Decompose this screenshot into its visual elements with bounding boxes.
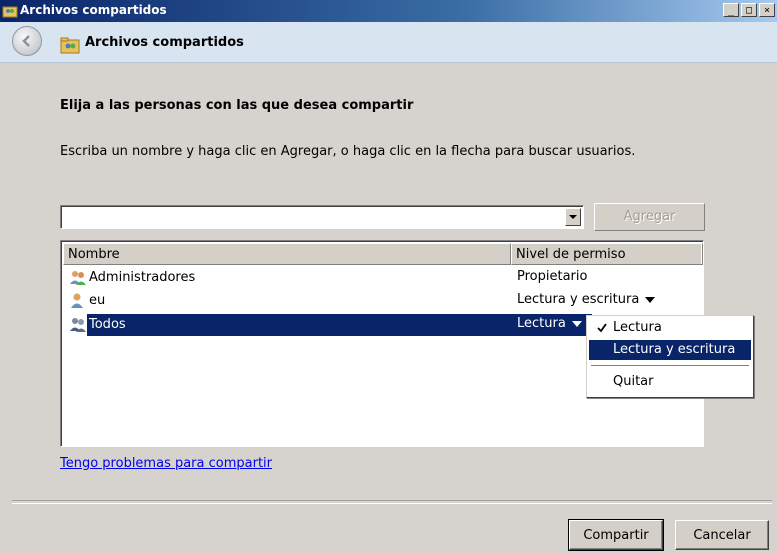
menu-item-label: Lectura (613, 320, 662, 335)
row-permission: Propietario (517, 269, 588, 284)
close-button[interactable]: × (759, 3, 775, 17)
row-permission: Lectura y escritura (517, 292, 640, 307)
row-name: Todos (89, 316, 126, 332)
row-name: Administradores (89, 269, 196, 285)
group-icon (70, 271, 86, 285)
add-button[interactable]: Agregar (594, 203, 705, 231)
row-permission: Lectura (517, 316, 566, 331)
list-header: Nombre Nivel de permiso (63, 243, 703, 265)
back-button[interactable] (12, 26, 42, 56)
page-title: Archivos compartidos (85, 35, 244, 50)
divider (12, 500, 772, 504)
column-header-permission[interactable]: Nivel de permiso (511, 243, 703, 265)
column-header-name[interactable]: Nombre (63, 243, 511, 265)
user-icon (71, 293, 83, 308)
permission-dropdown[interactable]: Lectura (517, 316, 582, 331)
combo-dropdown-button[interactable] (565, 208, 581, 226)
menu-item-label: Lectura y escritura (613, 342, 736, 357)
section-heading: Elija a las personas con las que desea c… (60, 98, 414, 113)
cancel-button[interactable]: Cancelar (675, 520, 769, 550)
permission-dropdown[interactable]: Lectura y escritura (517, 292, 656, 307)
share-button[interactable]: Compartir (568, 519, 664, 551)
chevron-down-icon (571, 320, 582, 327)
window-title: Archivos compartidos (20, 3, 167, 17)
check-icon (597, 323, 607, 333)
menu-item-quitar[interactable]: Quitar (589, 372, 751, 392)
menu-item-lectura-escritura[interactable]: Lectura y escritura (589, 340, 751, 360)
title-bar: Archivos compartidos _ □ × (0, 0, 777, 22)
window-controls: _ □ × (723, 3, 775, 17)
instructions-text: Escriba un nombre y haga clic en Agregar… (60, 144, 636, 159)
menu-item-lectura[interactable]: Lectura (589, 318, 751, 338)
group-icon (70, 318, 86, 332)
maximize-button[interactable]: □ (741, 3, 757, 17)
back-arrow-icon (22, 35, 30, 47)
shared-folder-icon (2, 6, 18, 18)
shared-folder-icon (60, 37, 80, 54)
table-row[interactable]: eu Lectura y escritura (63, 290, 701, 312)
help-link[interactable]: Tengo problemas para compartir (60, 456, 272, 471)
permission-menu: Lectura Lectura y escritura Quitar (586, 315, 754, 398)
chevron-down-icon (645, 296, 656, 303)
user-name-combobox[interactable] (60, 205, 584, 229)
table-row[interactable]: Administradores Propietario (63, 267, 701, 289)
minimize-button[interactable]: _ (723, 3, 739, 17)
chevron-down-icon (569, 215, 577, 219)
row-name: eu (89, 292, 106, 308)
menu-separator (591, 365, 749, 369)
menu-item-label: Quitar (613, 374, 654, 389)
